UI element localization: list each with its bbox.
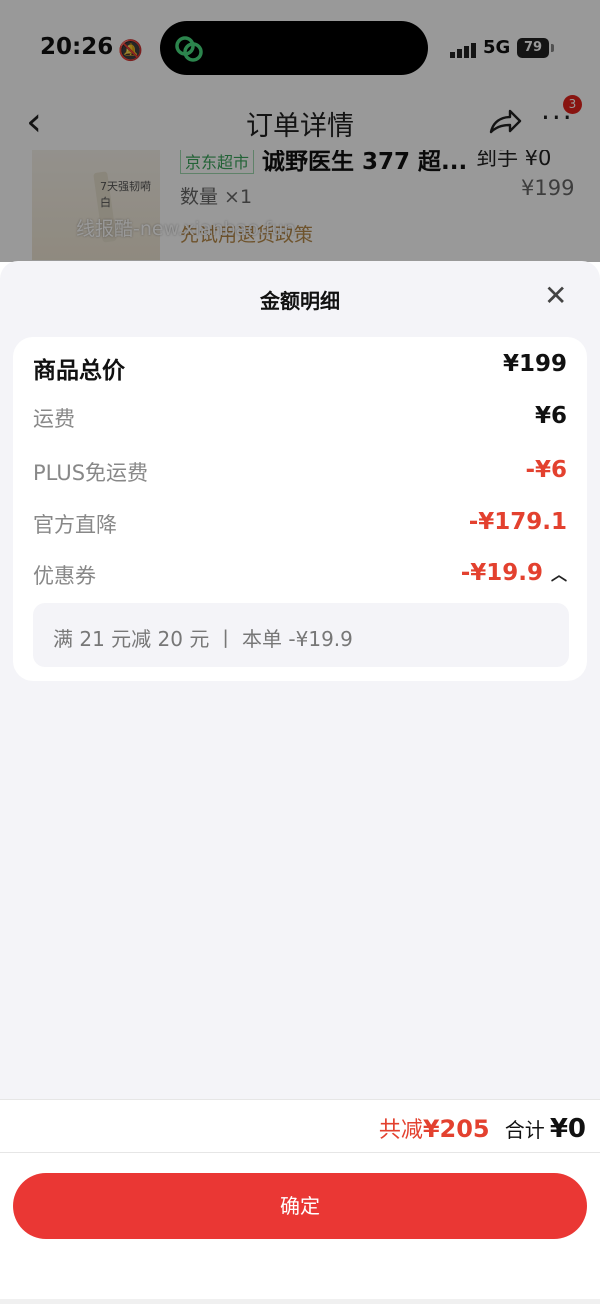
total-label: 合计 bbox=[504, 1118, 545, 1142]
sheet-footer: 共减¥205 合计 ¥0 确定 bbox=[0, 1100, 600, 1304]
saved-value: ¥205 bbox=[422, 1115, 490, 1143]
coupon-detail-text: 满 21 元减 20 元 丨 本单 -¥19.9 bbox=[53, 627, 353, 651]
divider bbox=[0, 1152, 600, 1153]
summary-line: 共减¥205 合计 ¥0 bbox=[379, 1112, 586, 1144]
row-value: -¥179.1 bbox=[468, 509, 567, 535]
row-subtotal: 商品总价 ¥199 bbox=[33, 351, 567, 384]
close-icon[interactable]: ✕ bbox=[544, 281, 567, 311]
row-shipping: 运费 ¥6 bbox=[33, 403, 567, 433]
saved-label: 共减 bbox=[378, 1118, 423, 1143]
chevron-up-icon[interactable]: ︿ bbox=[551, 565, 567, 584]
home-indicator-area bbox=[0, 1299, 600, 1304]
row-value: -¥19.9 bbox=[460, 560, 543, 586]
saved-amount: 共减¥205 bbox=[378, 1115, 490, 1143]
coupon-value-group: -¥19.9 ︿ bbox=[461, 560, 567, 586]
amount-detail-sheet: 金额明细 ✕ 商品总价 ¥199 运费 ¥6 PLUS免运费 -¥6 官方直降 … bbox=[0, 261, 600, 1304]
confirm-button[interactable]: 确定 bbox=[13, 1173, 587, 1239]
coupon-detail-box: 满 21 元减 20 元 丨 本单 -¥19.9 bbox=[33, 603, 569, 667]
total-value: ¥0 bbox=[549, 1114, 586, 1144]
row-label: 官方直降 bbox=[33, 513, 117, 537]
row-value: -¥6 bbox=[525, 457, 567, 483]
row-official-discount: 官方直降 -¥179.1 bbox=[33, 509, 567, 539]
row-label: PLUS免运费 bbox=[33, 461, 149, 485]
row-label: 商品总价 bbox=[33, 358, 125, 384]
row-plus-free-shipping: PLUS免运费 -¥6 bbox=[33, 457, 567, 487]
row-label: 优惠券 bbox=[33, 564, 96, 588]
row-label: 运费 bbox=[33, 407, 75, 431]
modal-overlay[interactable] bbox=[0, 0, 600, 262]
row-coupon[interactable]: 优惠券 -¥19.9 ︿ bbox=[33, 560, 567, 590]
sheet-title: 金额明细 bbox=[260, 289, 340, 313]
row-value: ¥199 bbox=[502, 351, 567, 377]
row-value: ¥6 bbox=[534, 403, 567, 429]
amount-card: 商品总价 ¥199 运费 ¥6 PLUS免运费 -¥6 官方直降 -¥179.1… bbox=[13, 337, 587, 681]
